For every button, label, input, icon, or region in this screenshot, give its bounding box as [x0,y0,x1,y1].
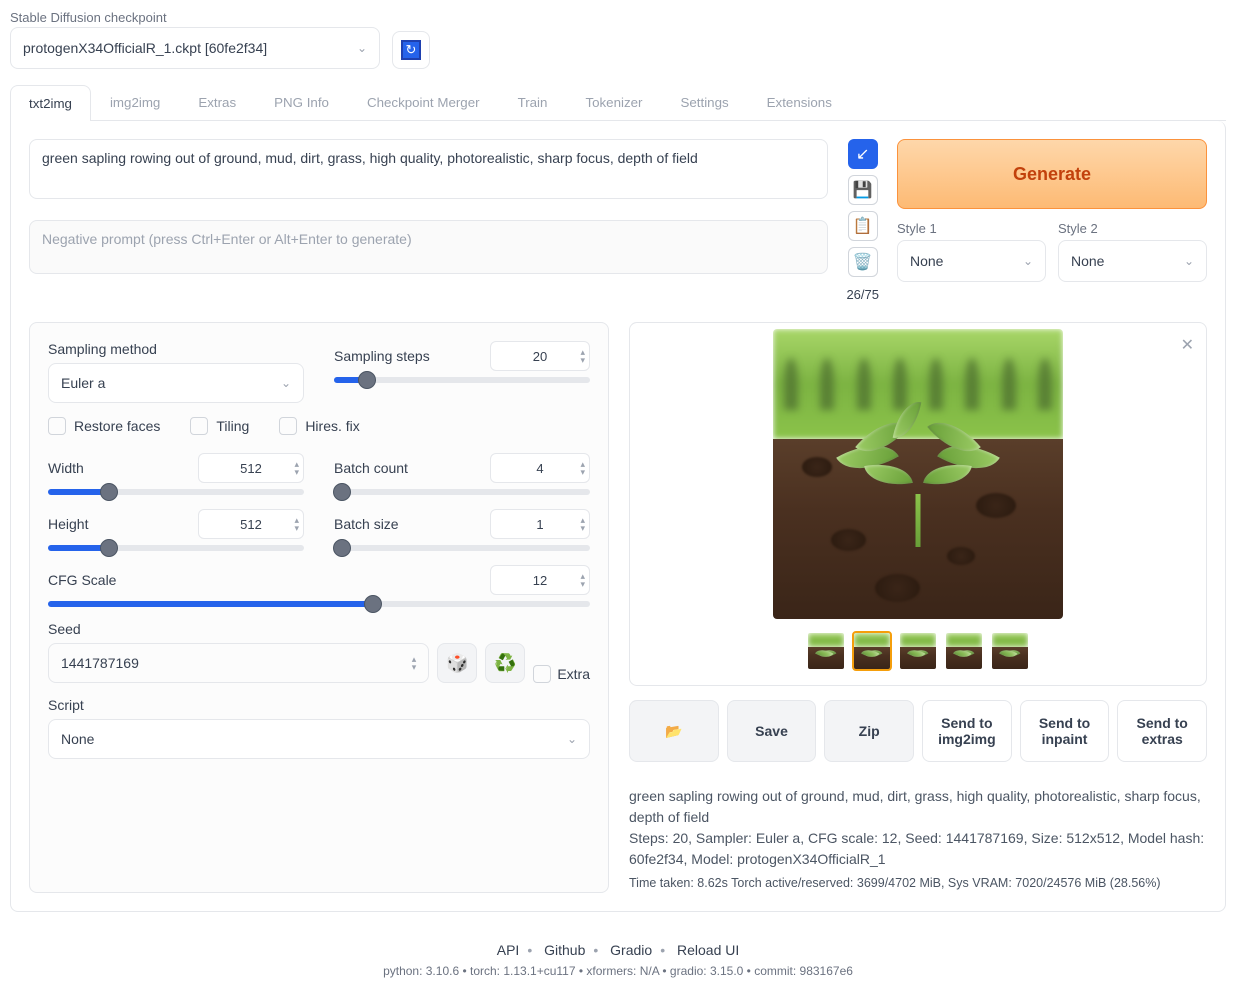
tab-bar: txt2img img2img Extras PNG Info Checkpoi… [10,84,1226,121]
batch-size-slider[interactable] [334,545,590,551]
style2-label: Style 2 [1058,221,1207,236]
trash-icon: 🗑️ [853,252,873,272]
interrogate-button[interactable]: ↙ [848,139,878,169]
save-style-button[interactable]: 💾 [848,175,878,205]
recycle-icon: ♻️ [494,653,516,674]
negative-prompt-input[interactable] [29,220,828,274]
style2-select[interactable]: None⌄ [1058,240,1207,282]
height-slider[interactable] [48,545,304,551]
batch-count-input[interactable]: 4▴▾ [490,453,590,483]
send-to-inpaint-button[interactable]: Send to inpaint [1020,700,1110,762]
height-label: Height [48,516,88,532]
tab-settings[interactable]: Settings [661,84,747,120]
clipboard-icon: 📋 [853,216,873,236]
sampling-method-select[interactable]: Euler a⌄ [48,363,304,403]
summary-perf: Time taken: 8.62s Torch active/reserved:… [629,874,1207,893]
thumb-4[interactable] [990,631,1030,671]
github-link[interactable]: Github [544,942,585,958]
footer-links: API• Github• Gradio• Reload UI [10,942,1226,958]
script-label: Script [48,697,590,713]
style1-label: Style 1 [897,221,1046,236]
reuse-seed-button[interactable]: ♻️ [485,643,525,683]
dice-icon: 🎲 [446,653,468,674]
restore-faces-checkbox[interactable]: Restore faces [48,417,160,435]
seed-input[interactable]: 1441787169▴▾ [48,643,429,683]
chevron-down-icon: ⌄ [357,41,367,55]
extra-checkbox[interactable]: Extra [533,665,590,683]
generate-button[interactable]: Generate [897,139,1207,209]
thumb-3[interactable] [944,631,984,671]
cfg-input[interactable]: 12▴▾ [490,565,590,595]
token-counter: 26/75 [846,287,879,302]
checkpoint-label: Stable Diffusion checkpoint [10,10,380,25]
arrow-icon: ↙ [856,144,869,164]
tab-txt2img[interactable]: txt2img [10,85,91,121]
output-image-main[interactable] [773,329,1063,619]
chevron-down-icon: ⌄ [1023,254,1033,268]
height-input[interactable]: 512▴▾ [198,509,304,539]
random-seed-button[interactable]: 🎲 [437,643,477,683]
batch-size-input[interactable]: 1▴▾ [490,509,590,539]
batch-count-label: Batch count [334,460,408,476]
batch-size-label: Batch size [334,516,399,532]
refresh-checkpoint-button[interactable]: ↻ [392,31,430,69]
clear-button[interactable]: 🗑️ [848,247,878,277]
width-input[interactable]: 512▴▾ [198,453,304,483]
tab-train[interactable]: Train [499,84,567,120]
tab-extensions[interactable]: Extensions [748,84,851,120]
zip-button[interactable]: Zip [824,700,914,762]
summary-prompt: green sapling rowing out of ground, mud,… [629,786,1207,828]
tab-img2img[interactable]: img2img [91,84,179,120]
sampling-method-label: Sampling method [48,341,304,357]
checkpoint-select[interactable]: protogenX34OfficialR_1.ckpt [60fe2f34] ⌄ [10,27,380,69]
thumb-0[interactable] [806,631,846,671]
seed-label: Seed [48,621,590,637]
sampling-steps-input[interactable]: 20▴▾ [490,341,590,371]
thumb-2[interactable] [898,631,938,671]
summary-params: Steps: 20, Sampler: Euler a, CFG scale: … [629,828,1207,870]
chevron-down-icon: ⌄ [281,376,291,390]
open-folder-button[interactable]: 📂 [629,700,719,762]
width-slider[interactable] [48,489,304,495]
checkpoint-value: protogenX34OfficialR_1.ckpt [60fe2f34] [23,40,267,56]
script-select[interactable]: None⌄ [48,719,590,759]
send-to-img2img-button[interactable]: Send to img2img [922,700,1012,762]
cfg-slider[interactable] [48,601,590,607]
width-label: Width [48,460,84,476]
tab-extras[interactable]: Extras [179,84,255,120]
tab-checkpoint-merger[interactable]: Checkpoint Merger [348,84,499,120]
hires-fix-checkbox[interactable]: Hires. fix [279,417,359,435]
reload-ui-link[interactable]: Reload UI [677,942,739,958]
folder-icon: 📂 [665,723,682,740]
refresh-icon: ↻ [401,40,421,60]
save-icon: 💾 [853,180,873,200]
chevron-down-icon: ⌄ [1184,254,1194,268]
paste-button[interactable]: 📋 [848,211,878,241]
thumb-1[interactable] [852,631,892,671]
prompt-input[interactable] [29,139,828,199]
batch-count-slider[interactable] [334,489,590,495]
sampling-steps-label: Sampling steps [334,348,430,364]
send-to-extras-button[interactable]: Send to extras [1117,700,1207,762]
api-link[interactable]: API [497,942,520,958]
save-button[interactable]: Save [727,700,817,762]
chevron-down-icon: ⌄ [567,732,577,746]
tab-tokenizer[interactable]: Tokenizer [566,84,661,120]
style1-select[interactable]: None⌄ [897,240,1046,282]
output-gallery: ✕ [629,322,1207,686]
sampling-steps-slider[interactable] [334,377,590,383]
cfg-label: CFG Scale [48,572,116,588]
tiling-checkbox[interactable]: Tiling [190,417,249,435]
close-icon[interactable]: ✕ [1181,335,1194,355]
tab-pnginfo[interactable]: PNG Info [255,84,348,120]
gradio-link[interactable]: Gradio [610,942,652,958]
